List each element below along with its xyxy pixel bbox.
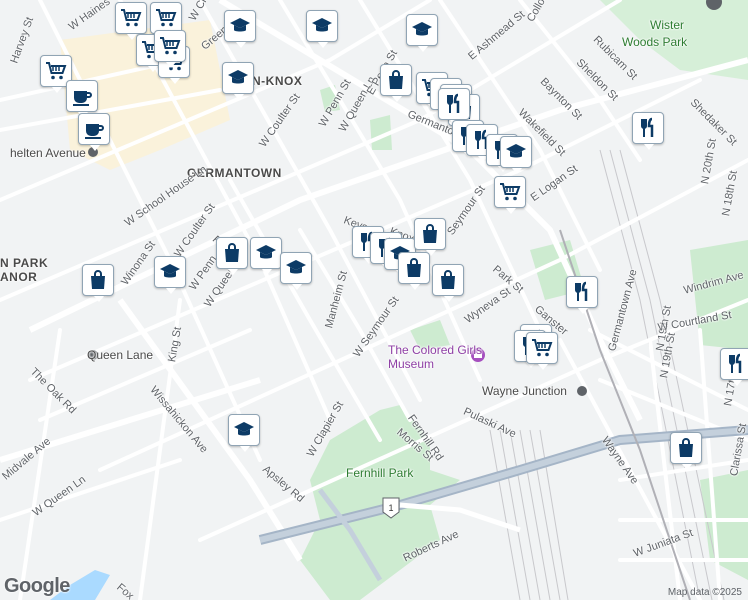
school-icon [256, 245, 276, 259]
highway-shield-label: 1 [388, 503, 393, 513]
shopping-bag-icon [407, 258, 421, 277]
restaurant-marker[interactable] [632, 112, 664, 150]
google-logo: Google [4, 575, 70, 597]
shopping-cart-marker[interactable] [494, 176, 526, 214]
coffee-icon [73, 91, 92, 106]
restaurant-icon [729, 353, 742, 373]
school-marker[interactable] [306, 10, 338, 48]
shopping-bag-icon [679, 438, 693, 457]
restaurant-marker[interactable] [720, 348, 748, 386]
school-icon [506, 144, 526, 158]
shopping-cart-icon [156, 9, 177, 27]
park-label: Wister [650, 18, 684, 32]
school-icon [286, 260, 306, 274]
school-marker[interactable] [280, 252, 312, 290]
shopping-cart-marker[interactable] [526, 332, 558, 370]
restaurant-marker[interactable] [438, 88, 470, 126]
shopping-cart-icon [121, 9, 142, 27]
school-icon [228, 70, 248, 84]
restaurant-icon [447, 93, 460, 113]
park-label: Woods Park [622, 35, 688, 49]
poi-label: Queen Lane [87, 348, 154, 362]
shopping-bag-marker[interactable] [380, 64, 412, 102]
shopping-cart-icon [46, 62, 67, 80]
school-marker[interactable] [500, 136, 532, 174]
map-canvas[interactable]: 1 GERMANTOWN N-KNOX N PARK ANOR Wister Woods … [0, 0, 748, 600]
shopping-cart-marker[interactable] [115, 2, 147, 40]
station-icon [577, 386, 587, 396]
coffee-marker[interactable] [66, 80, 98, 118]
poi-label: Wayne Junction [482, 384, 567, 398]
school-marker[interactable] [154, 256, 186, 294]
school-marker[interactable] [224, 10, 256, 48]
poi-label: helten Avenue [10, 146, 86, 160]
shopping-cart-icon [532, 339, 553, 357]
coffee-icon [85, 124, 104, 139]
school-icon [412, 22, 432, 36]
restaurant-marker[interactable] [566, 276, 598, 314]
school-icon [230, 18, 250, 32]
poi-label: The Colored Girls Museum [388, 343, 483, 371]
school-marker[interactable] [250, 237, 282, 275]
shopping-bag-marker[interactable] [82, 264, 114, 302]
shopping-bag-marker[interactable] [432, 264, 464, 302]
school-icon [312, 18, 332, 32]
shopping-bag-marker[interactable] [398, 252, 430, 290]
shopping-bag-icon [91, 270, 105, 289]
coffee-marker[interactable] [78, 113, 110, 151]
school-marker[interactable] [406, 14, 438, 52]
park-label: Fernhill Park [346, 466, 414, 480]
restaurant-icon [641, 117, 654, 137]
neighborhood-label: ANOR [0, 270, 38, 284]
shopping-cart-icon [500, 183, 521, 201]
neighborhood-label: N-KNOX [252, 74, 303, 88]
shopping-bag-icon [423, 224, 437, 243]
map-attribution: Map data ©2025 [667, 587, 742, 598]
school-icon [160, 264, 180, 278]
shopping-cart-marker[interactable] [154, 30, 186, 68]
shopping-bag-icon [389, 70, 403, 89]
shopping-cart-icon [160, 37, 181, 55]
shopping-bag-marker[interactable] [414, 218, 446, 256]
school-marker[interactable] [228, 414, 260, 452]
neighborhood-label: N PARK [0, 256, 49, 270]
shopping-bag-icon [225, 243, 239, 262]
shopping-bag-marker[interactable] [670, 432, 702, 470]
shopping-bag-marker[interactable] [216, 237, 248, 275]
shopping-bag-icon [441, 270, 455, 289]
school-marker[interactable] [222, 62, 254, 100]
school-icon [234, 422, 254, 436]
restaurant-icon [575, 281, 588, 301]
